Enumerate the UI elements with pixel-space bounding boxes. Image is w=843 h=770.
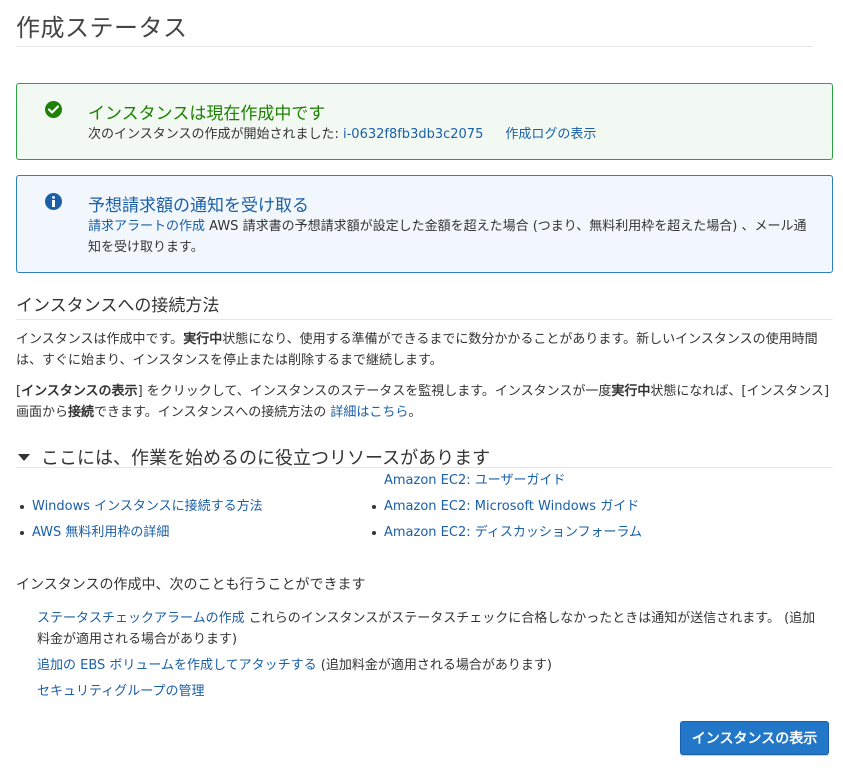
learn-more-link[interactable]: 詳細はこちら [330, 405, 408, 420]
create-status-alarm-link[interactable]: ステータスチェックアラームの作成 [37, 611, 245, 626]
check-circle-icon [45, 101, 62, 118]
connect-p2-text-2: ] をクリックして、インスタンスのステータスを監視します。インスタンスが一度 [137, 384, 612, 399]
resources-list-left: Windows インスタンスに接続する方法 AWS 無料利用枠の詳細 [16, 497, 263, 549]
caret-down-icon [18, 453, 30, 461]
create-ebs-volume-link[interactable]: 追加の EBS ボリュームを作成してアタッチする [37, 658, 317, 673]
success-alert-body: 次のインスタンスの作成が開始されました: i-0632f8fb3db3c2075… [88, 124, 596, 145]
free-tier-link[interactable]: AWS 無料利用枠の詳細 [32, 525, 169, 540]
connect-paragraph-1: インスタンスは作成中です。実行中状態になり、使用する準備ができるまでに数分かかる… [16, 329, 833, 371]
info-circle-icon [45, 193, 62, 210]
billing-info-alert: 予想請求額の通知を受け取る 請求アラートの作成 AWS 請求書の予想請求額が設定… [16, 175, 833, 273]
manage-security-groups-link[interactable]: セキュリティグループの管理 [37, 684, 204, 699]
also-item-ebs: 追加の EBS ボリュームを作成してアタッチする (追加料金が適用される場合があ… [37, 655, 552, 676]
discussion-forum-link[interactable]: Amazon EC2: ディスカッションフォーラム [384, 525, 642, 540]
user-guide-link[interactable]: Amazon EC2: ユーザーガイド [384, 473, 566, 488]
list-item: AWS 無料利用枠の詳細 [16, 523, 263, 549]
also-item-security: セキュリティグループの管理 [37, 681, 204, 702]
success-alert: インスタンスは現在作成中です 次のインスタンスの作成が開始されました: i-06… [16, 83, 833, 160]
title-divider [16, 46, 813, 47]
success-alert-title: インスタンスは現在作成中です [88, 104, 326, 124]
connect-divider [16, 319, 833, 320]
resources-list-right: Amazon EC2: ユーザーガイド Amazon EC2: Microsof… [368, 471, 642, 549]
connect-paragraph-2: [インスタンスの表示] をクリックして、インスタンスのステータスを監視します。イ… [16, 381, 833, 423]
windows-connect-link[interactable]: Windows インスタンスに接続する方法 [32, 499, 263, 514]
success-alert-message: 次のインスタンスの作成が開始されました: [88, 127, 343, 142]
view-instances-button[interactable]: インスタンスの表示 [680, 721, 829, 755]
windows-guide-link[interactable]: Amazon EC2: Microsoft Windows ガイド [384, 499, 639, 514]
list-item: Windows インスタンスに接続する方法 [16, 497, 263, 523]
list-item: Amazon EC2: ディスカッションフォーラム [368, 523, 642, 549]
list-item: Amazon EC2: Microsoft Windows ガイド [368, 497, 642, 523]
create-billing-alert-link[interactable]: 請求アラートの作成 [88, 219, 205, 234]
billing-alert-title: 予想請求額の通知を受け取る [88, 196, 309, 216]
list-item: Amazon EC2: ユーザーガイド [368, 471, 642, 497]
connect-p2-text-5: 。 [408, 405, 422, 420]
ebs-text: (追加料金が適用される場合があります) [316, 658, 552, 673]
view-launch-log-link[interactable]: 作成ログの表示 [505, 127, 596, 142]
page-title: 作成ステータス [16, 14, 188, 42]
running-state-bold-2: 実行中 [611, 384, 651, 399]
instance-id-link[interactable]: i-0632f8fb3db3c2075 [343, 127, 483, 142]
connect-section-title: インスタンスへの接続方法 [16, 296, 220, 316]
also-item-status-alarm: ステータスチェックアラームの作成 これらのインスタンスがステータスチェックに合格… [37, 608, 827, 650]
view-instances-bold: インスタンスの表示 [21, 384, 138, 399]
also-section-title: インスタンスの作成中、次のことも行うことができます [16, 577, 366, 593]
connect-p1-text: インスタンスは作成中です。 [16, 332, 184, 347]
resources-divider [16, 467, 833, 468]
connect-bold: 接続 [68, 405, 95, 420]
billing-alert-body: 請求アラートの作成 AWS 請求書の予想請求額が設定した金額を超えた場合 (つま… [88, 216, 818, 258]
connect-p2-text-4: できます。インスタンスへの接続方法の [94, 405, 331, 420]
running-state-bold: 実行中 [183, 332, 223, 347]
